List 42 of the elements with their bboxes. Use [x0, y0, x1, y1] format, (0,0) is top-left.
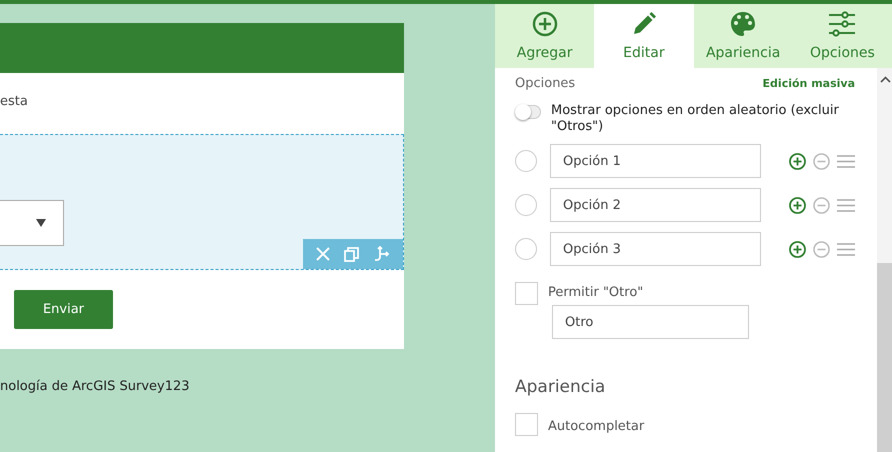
add-icon[interactable] [789, 240, 806, 258]
sliders-icon [828, 11, 856, 37]
drag-handle-icon[interactable] [837, 154, 855, 168]
caret-icon [36, 219, 46, 227]
bulk-edit-link[interactable]: Edición masiva [762, 77, 855, 90]
other-field[interactable]: Otro [552, 305, 749, 339]
tab[interactable]: Agregar [495, 4, 594, 68]
radio-button[interactable] [515, 194, 537, 216]
add-icon[interactable] [789, 152, 806, 170]
checkbox[interactable] [515, 413, 538, 436]
choice-field[interactable]: Opción 1 [550, 144, 761, 178]
choice-field[interactable]: Opción 2 [550, 188, 761, 222]
toggle-switch[interactable] [515, 105, 541, 119]
dropdown[interactable] [0, 200, 64, 246]
copy-icon[interactable] [344, 246, 360, 262]
checkbox-label: Permitir "Otro" [548, 285, 644, 300]
drag-handle-icon[interactable] [837, 242, 855, 256]
drag-handle-icon[interactable] [837, 198, 855, 212]
checkbox-label: Autocompletar [548, 418, 644, 434]
remove-icon[interactable] [813, 196, 830, 214]
radio-button[interactable] [515, 150, 537, 172]
scroll-up-icon[interactable] [880, 76, 891, 83]
close-icon[interactable] [316, 247, 330, 261]
submit-button[interactable]: Enviar [14, 290, 113, 329]
radio-button[interactable] [515, 238, 537, 260]
toggle-label: Mostrar opciones en orden aleatorio (excluir "Otros") [551, 103, 840, 135]
checkbox[interactable] [515, 282, 538, 305]
remove-icon[interactable] [813, 240, 830, 258]
choice-field[interactable]: Opción 3 [550, 232, 761, 266]
palette-icon [730, 11, 756, 37]
tab[interactable]: Editar [594, 4, 694, 68]
move-icon[interactable] [374, 246, 390, 262]
footer-text: nología de ArcGIS Survey123 [0, 379, 191, 394]
form-text: esta [0, 93, 29, 111]
section-title: Opciones [515, 76, 576, 91]
remove-icon[interactable] [813, 152, 830, 170]
add-icon[interactable] [789, 196, 806, 214]
tab[interactable]: Opciones [792, 4, 892, 68]
scrollbar[interactable] [877, 68, 892, 452]
tab[interactable]: Apariencia [694, 4, 793, 68]
add-icon [532, 11, 558, 37]
section-title: Apariencia [515, 377, 606, 397]
